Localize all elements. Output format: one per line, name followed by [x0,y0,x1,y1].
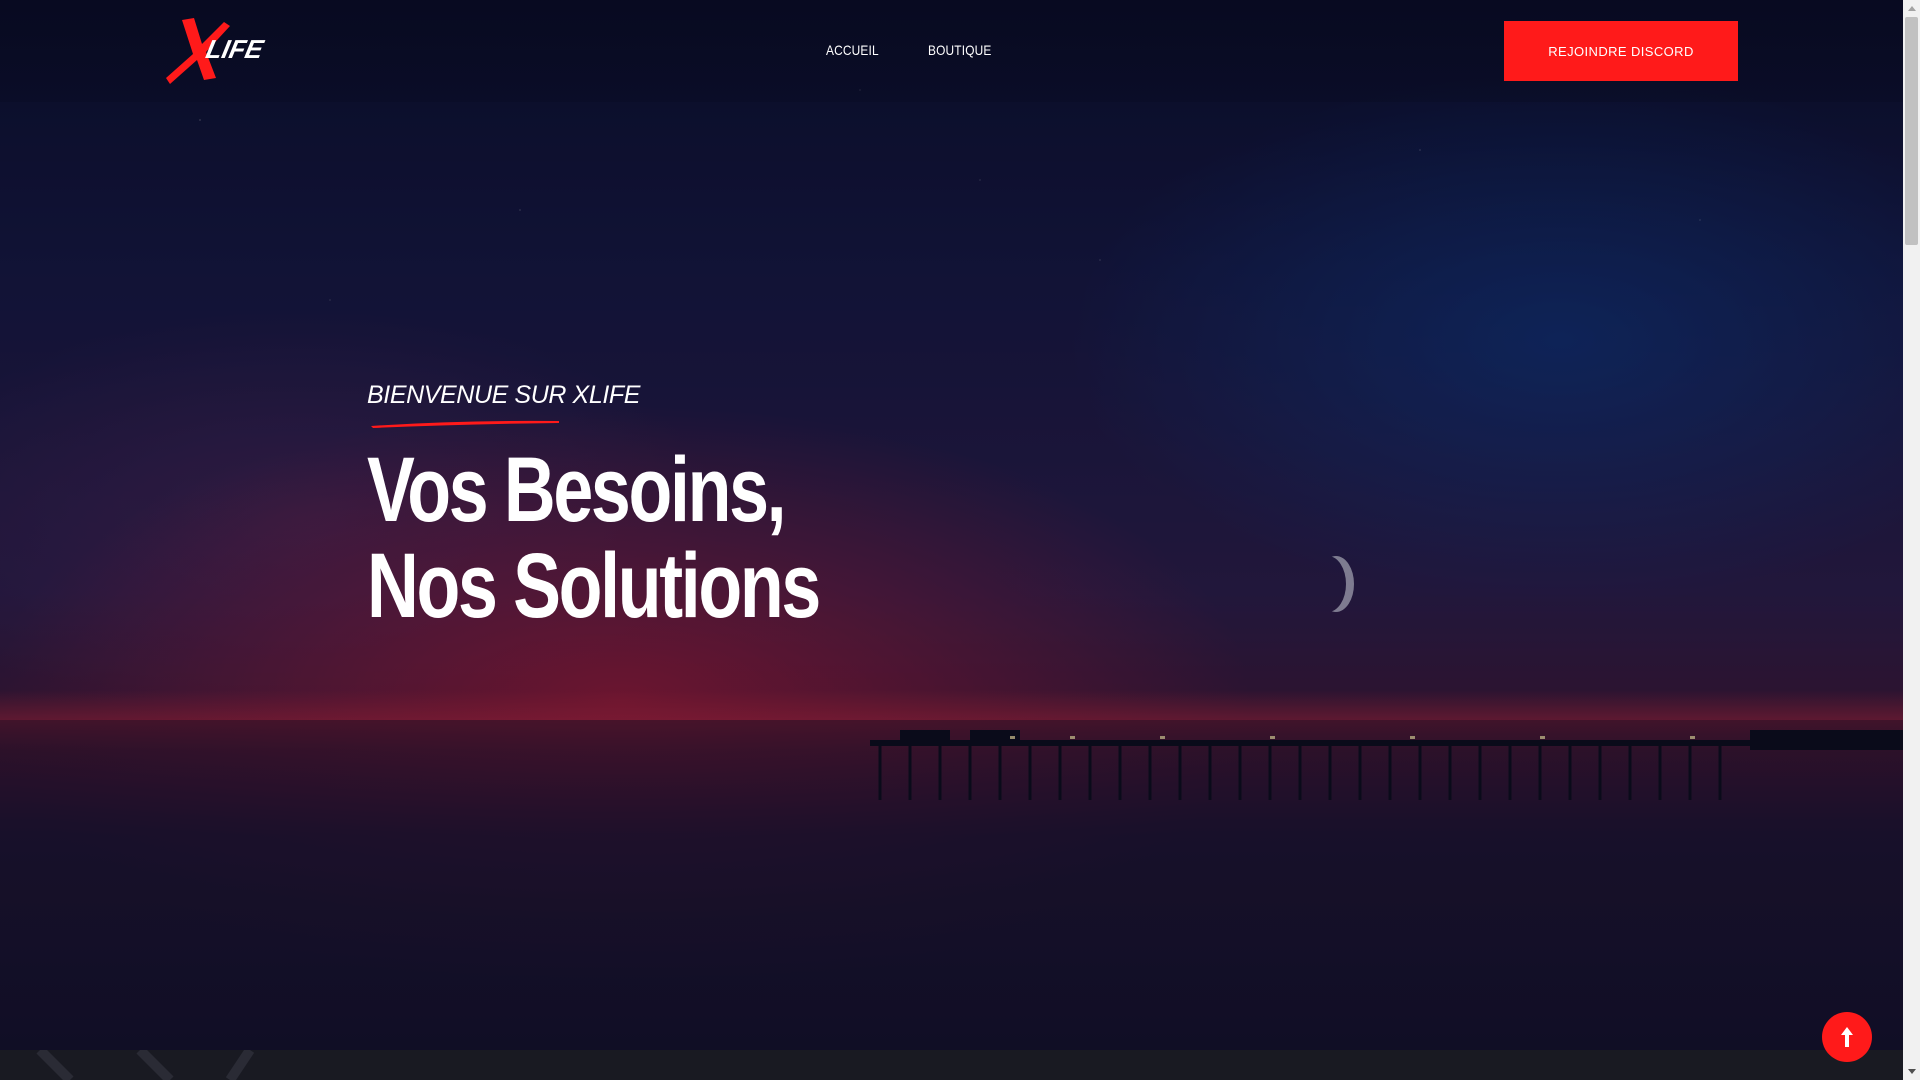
headline-line-2: Nos Solutions [367,535,821,637]
arrow-up-icon [1841,1027,1853,1047]
section-divider-band [0,1050,1903,1080]
vertical-scrollbar[interactable] [1903,0,1920,1080]
logo-text: LIFE [203,34,267,64]
scroll-down-arrow-icon[interactable] [1903,1063,1920,1080]
hero-headline: Vos Besoins, Nos Solutions [367,439,821,637]
hero-dim-overlay [0,0,1903,1080]
xlife-logo[interactable]: LIFE [164,14,290,86]
join-discord-button[interactable]: REJOINDRE DISCORD [1504,21,1738,81]
site-header: LIFE ACCUEIL BOUTIQUE REJOINDRE DISCORD [0,0,1903,102]
page-viewport: LIFE ACCUEIL BOUTIQUE REJOINDRE DISCORD … [0,0,1903,1080]
subtitle-underline [371,420,559,428]
nav-link-boutique[interactable]: BOUTIQUE [928,42,992,58]
scrollbar-thumb[interactable] [1905,17,1918,245]
scroll-up-arrow-icon[interactable] [1903,0,1920,17]
scroll-to-top-button[interactable] [1822,1012,1872,1062]
headline-line-1: Vos Besoins, [367,439,787,541]
main-nav: ACCUEIL BOUTIQUE [826,42,1003,58]
hero-content: BIENVENUE SUR XLIFE Vos Besoins, Nos Sol… [367,378,946,634]
hero-subtitle: BIENVENUE SUR XLIFE [367,381,641,409]
nav-link-accueil[interactable]: ACCUEIL [826,42,879,58]
